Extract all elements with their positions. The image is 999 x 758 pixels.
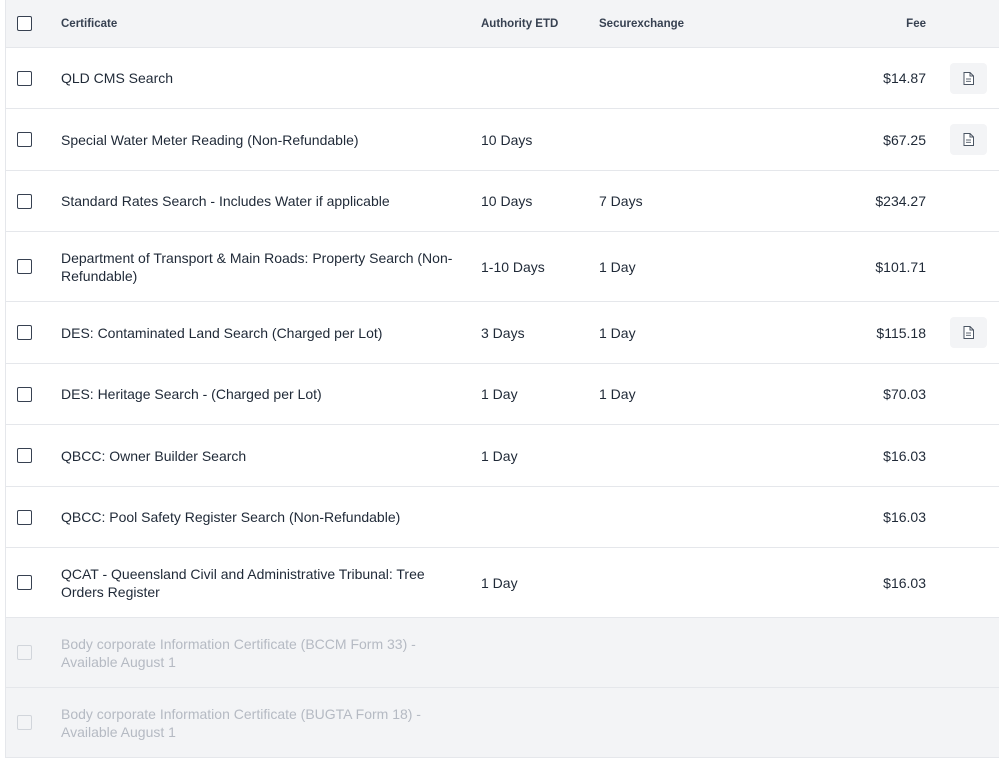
securexchange-etd: 1 Day: [599, 386, 636, 402]
row-checkbox[interactable]: [17, 509, 32, 525]
securexchange-etd: [599, 688, 719, 757]
fee: $67.25: [883, 131, 926, 148]
select-all-checkbox[interactable]: [17, 16, 32, 31]
table-row[interactable]: DES: Heritage Search - (Charged per Lot)…: [6, 364, 999, 425]
row-checkbox[interactable]: [17, 325, 32, 340]
column-header-fee[interactable]: Fee: [786, 0, 926, 47]
authority-etd: 1 Day: [481, 386, 518, 402]
certificate-name: Body corporate Information Certificate (…: [61, 705, 421, 740]
column-header-authority-etd[interactable]: Authority ETD: [481, 0, 591, 47]
row-checkbox[interactable]: [17, 132, 32, 147]
certificate-name: QLD CMS Search: [61, 70, 174, 86]
fee: $115.18: [876, 324, 926, 341]
authority-etd: [481, 487, 591, 547]
row-checkbox: [17, 715, 32, 730]
certificate-name: Special Water Meter Reading (Non-Refunda…: [61, 131, 359, 148]
certificate-name: DES: Heritage Search - (Charged per Lot): [61, 386, 322, 402]
authority-etd: 3 Days: [481, 324, 525, 341]
authority-etd: 1 Day: [481, 447, 518, 464]
document-icon: [963, 133, 974, 146]
table-row: Body corporate Information Certificate (…: [6, 688, 999, 758]
certificate-name: QBCC: Owner Builder Search: [61, 447, 247, 464]
certificate-name: QBCC: Pool Safety Register Search (Non-R…: [61, 509, 401, 525]
table-row[interactable]: QBCC: Owner Builder Search 1 Day $16.03: [6, 425, 999, 487]
fee: $14.87: [883, 70, 926, 86]
certificate-name: Standard Rates Search - Includes Water i…: [61, 193, 390, 209]
fee: $16.03: [883, 574, 926, 591]
table-row[interactable]: QCAT - Queensland Civil and Administrati…: [6, 548, 999, 618]
fee: $234.27: [875, 193, 926, 209]
securexchange-etd: 1 Day: [599, 324, 636, 341]
row-checkbox[interactable]: [17, 193, 32, 209]
table-row: Body corporate Information Certificate (…: [6, 618, 999, 688]
authority-etd: 1-10 Days: [481, 258, 545, 275]
certificate-name: Body corporate Information Certificate (…: [61, 635, 416, 670]
table-row[interactable]: Department of Transport & Main Roads: Pr…: [6, 232, 999, 302]
securexchange-etd: 1 Day: [599, 258, 636, 275]
securexchange-etd: [599, 487, 719, 547]
table-row[interactable]: QBCC: Pool Safety Register Search (Non-R…: [6, 487, 999, 548]
authority-etd: [481, 48, 591, 108]
table-row[interactable]: QLD CMS Search $14.87: [6, 48, 999, 109]
certificate-name: Department of Transport & Main Roads: Pr…: [61, 249, 453, 284]
fee: $101.71: [875, 258, 926, 275]
row-checkbox[interactable]: [17, 70, 32, 86]
securexchange-etd: [599, 548, 719, 617]
row-checkbox: [17, 645, 32, 660]
table-row[interactable]: Special Water Meter Reading (Non-Refunda…: [6, 109, 999, 171]
securexchange-etd: [599, 109, 719, 170]
fee: $16.03: [883, 509, 926, 525]
row-checkbox[interactable]: [17, 575, 32, 590]
securexchange-etd: [599, 618, 719, 687]
fee: [786, 618, 926, 687]
row-checkbox[interactable]: [17, 386, 32, 402]
authority-etd: [481, 688, 591, 757]
certificate-name: QCAT - Queensland Civil and Administrati…: [61, 565, 425, 600]
table-row[interactable]: Standard Rates Search - Includes Water i…: [6, 171, 999, 232]
document-icon: [963, 326, 974, 339]
fee: [786, 688, 926, 757]
document-icon: [963, 71, 974, 85]
fee: $16.03: [883, 447, 926, 464]
row-checkbox[interactable]: [17, 259, 32, 274]
securexchange-etd: [599, 48, 719, 108]
column-header-securexchange[interactable]: Securexchange: [599, 0, 719, 47]
authority-etd: 10 Days: [481, 131, 533, 148]
row-checkbox[interactable]: [17, 448, 32, 463]
authority-etd: [481, 618, 591, 687]
table-header: Certificate Authority ETD Securexchange …: [6, 0, 999, 48]
securexchange-etd: [599, 425, 719, 486]
view-document-button[interactable]: [950, 62, 987, 94]
fee: $70.03: [883, 386, 926, 402]
certificate-name: DES: Contaminated Land Search (Charged p…: [61, 324, 383, 341]
securexchange-etd: 7 Days: [599, 193, 643, 209]
authority-etd: 1 Day: [481, 574, 518, 591]
view-document-button[interactable]: [950, 124, 987, 155]
certificates-table: Certificate Authority ETD Securexchange …: [5, 0, 999, 758]
authority-etd: 10 Days: [481, 193, 533, 209]
view-document-button[interactable]: [950, 317, 987, 348]
table-row[interactable]: DES: Contaminated Land Search (Charged p…: [6, 302, 999, 364]
column-header-certificate[interactable]: Certificate: [61, 0, 456, 47]
